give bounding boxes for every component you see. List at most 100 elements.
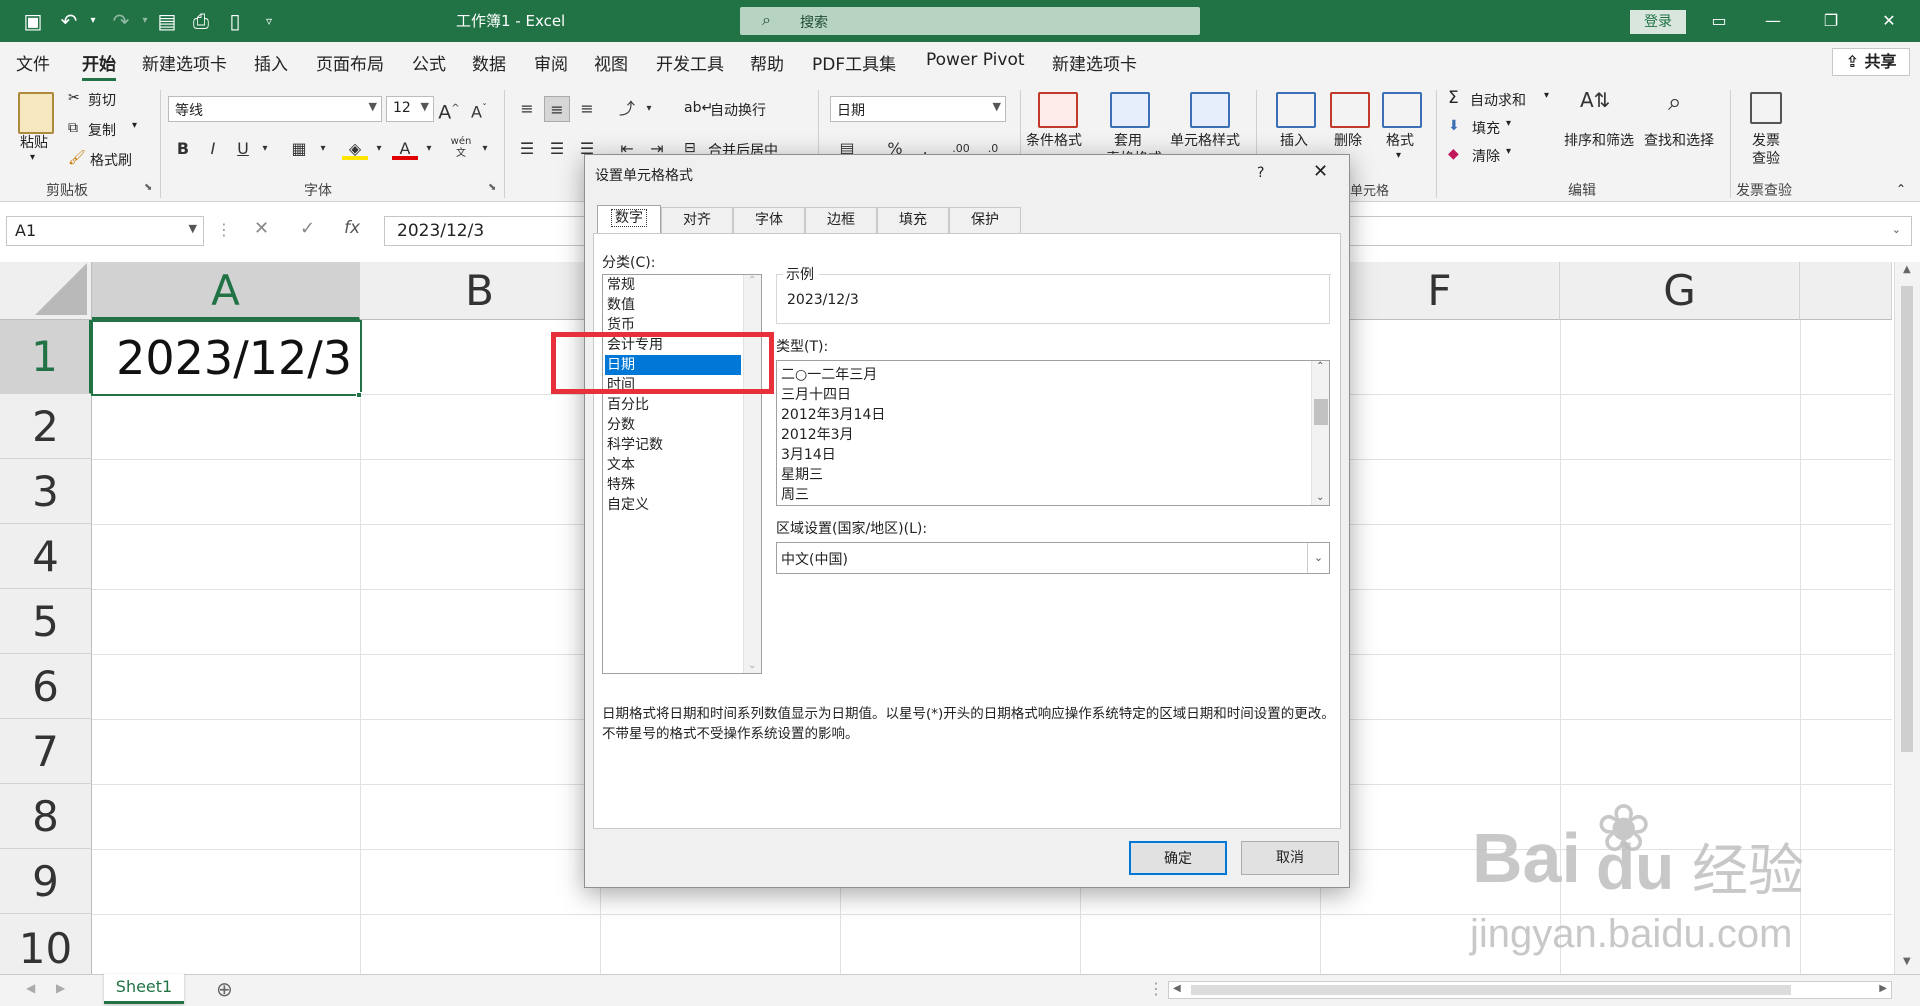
tab-page-layout[interactable]: 页面布局	[316, 50, 384, 75]
tab-file[interactable]: 文件	[16, 50, 50, 75]
scroll-down-icon[interactable]: ⌄	[748, 660, 756, 671]
horizontal-scrollbar[interactable]: ◀ ▶	[1168, 981, 1892, 999]
insert-cells-label[interactable]: 插入	[1280, 130, 1308, 150]
prev-sheet-icon[interactable]: ◀	[26, 981, 35, 995]
delete-cells-label[interactable]: 删除	[1334, 130, 1362, 150]
clear-icon[interactable]: ◆	[1448, 146, 1459, 162]
fill-dropdown-icon[interactable]: ▾	[1506, 118, 1511, 129]
tab-alignment[interactable]: 对齐	[661, 207, 733, 234]
paste-dropdown-icon[interactable]: ▾	[30, 152, 35, 163]
print-preview-icon[interactable]: ⎙	[186, 8, 216, 34]
increase-font-icon[interactable]: A^	[436, 96, 462, 123]
copy-label[interactable]: 复制	[88, 120, 116, 140]
autosum-label[interactable]: 自动求和	[1470, 90, 1526, 110]
fill-label[interactable]: 填充	[1472, 118, 1500, 138]
add-sheet-icon[interactable]: ⊕	[216, 977, 233, 1001]
list-item[interactable]: 分数	[607, 415, 635, 435]
list-item[interactable]: 常规	[607, 275, 635, 295]
share-button[interactable]: ⇪ 共享	[1832, 48, 1910, 76]
row-header-2[interactable]: 2	[0, 394, 92, 459]
locale-select[interactable]: 中文(中国) ⌄	[776, 542, 1330, 574]
type-scrollbar[interactable]: ⌃ ⌄	[1311, 361, 1329, 505]
minimize-icon[interactable]: —	[1750, 8, 1796, 34]
help-button[interactable]: ?	[1257, 165, 1264, 181]
cell-style-label[interactable]: 单元格样式	[1170, 130, 1240, 150]
orientation-dropdown-icon[interactable]: ▾	[636, 96, 662, 122]
invoice-icon[interactable]	[1750, 92, 1782, 124]
tab-help[interactable]: 帮助	[750, 50, 784, 75]
tab-fill[interactable]: 填充	[877, 207, 949, 234]
row-header-1[interactable]: 1	[0, 320, 92, 394]
column-header-g[interactable]: G	[1560, 262, 1800, 320]
align-bottom-icon[interactable]: ≡	[574, 96, 600, 122]
tab-view[interactable]: 视图	[594, 50, 628, 75]
align-left-icon[interactable]: ☰	[514, 136, 540, 162]
tab-data[interactable]: 数据	[472, 50, 506, 75]
scroll-up-icon[interactable]: ▲	[1903, 264, 1911, 275]
function-icon[interactable]: fx	[344, 218, 360, 238]
scroll-up-icon[interactable]: ⌃	[748, 275, 756, 286]
scroll-down-icon[interactable]: ▼	[1903, 956, 1911, 967]
tab-protection[interactable]: 保护	[949, 207, 1021, 234]
cut-icon[interactable]: ✂	[68, 90, 80, 106]
expand-formula-icon[interactable]: ⌄	[1892, 223, 1901, 236]
tab-power-pivot[interactable]: Power Pivot	[926, 50, 1025, 70]
list-item[interactable]: 周三	[781, 485, 809, 505]
border-dropdown-icon[interactable]: ▾	[310, 136, 336, 162]
format-dropdown-icon[interactable]: ▾	[1396, 150, 1401, 161]
next-sheet-icon[interactable]: ▶	[56, 981, 65, 995]
save-icon[interactable]: ▣	[18, 8, 48, 34]
column-header-h[interactable]	[1800, 262, 1892, 320]
autosum-dropdown-icon[interactable]: ▾	[1544, 90, 1549, 101]
login-button[interactable]: 登录	[1630, 10, 1686, 34]
font-launcher-icon[interactable]: ⬊	[488, 182, 496, 193]
clear-dropdown-icon[interactable]: ▾	[1506, 146, 1511, 157]
row-header-8[interactable]: 8	[0, 784, 92, 849]
list-item[interactable]: 二○一二年三月	[781, 365, 877, 385]
tab-new-1[interactable]: 新建选项卡	[142, 50, 227, 75]
insert-cells-icon[interactable]	[1276, 92, 1316, 128]
clear-label[interactable]: 清除	[1472, 146, 1500, 166]
conditional-format-label[interactable]: 条件格式	[1026, 130, 1082, 150]
table-format-icon[interactable]	[1110, 92, 1150, 128]
list-item[interactable]: 科学记数	[607, 435, 663, 455]
row-header-6[interactable]: 6	[0, 654, 92, 719]
font-color-icon[interactable]: A	[392, 136, 418, 160]
fill-color-dropdown-icon[interactable]: ▾	[366, 136, 392, 162]
document-icon[interactable]: ▯	[220, 8, 250, 34]
tab-font[interactable]: 字体	[733, 207, 805, 234]
list-item[interactable]: 文本	[607, 455, 635, 475]
number-format-combo[interactable]: 日期 ▼	[830, 96, 1006, 122]
sort-filter-label[interactable]: 排序和筛选	[1564, 130, 1634, 150]
column-header-f[interactable]: F	[1320, 262, 1560, 320]
list-item[interactable]: 2012年3月14日	[781, 405, 885, 425]
scroll-right-icon[interactable]: ▶	[1879, 983, 1887, 994]
restore-icon[interactable]: ❐	[1808, 8, 1854, 34]
bold-icon[interactable]: B	[170, 136, 196, 162]
font-color-dropdown-icon[interactable]: ▾	[416, 136, 442, 162]
table-format-label[interactable]: 套用	[1114, 130, 1142, 150]
copy-icon[interactable]: ⧉	[68, 120, 78, 136]
row-header-4[interactable]: 4	[0, 524, 92, 589]
invoice-label-2[interactable]: 查验	[1752, 148, 1780, 168]
ribbon-display-icon[interactable]: ▭	[1696, 8, 1742, 34]
sort-filter-icon[interactable]: A⇅	[1580, 88, 1610, 112]
fill-icon[interactable]: ⬇	[1448, 118, 1460, 134]
select-all-corner[interactable]	[0, 262, 92, 320]
list-item[interactable]: 特殊	[607, 475, 635, 495]
font-name-combo[interactable]: 等线 ▼	[168, 96, 382, 122]
scroll-up-icon[interactable]: ⌃	[1316, 361, 1324, 372]
tab-new-2[interactable]: 新建选项卡	[1052, 50, 1137, 75]
row-header-3[interactable]: 3	[0, 459, 92, 524]
tab-number[interactable]: 数字	[597, 205, 661, 235]
format-painter-label[interactable]: 格式刷	[90, 150, 132, 170]
column-header-a[interactable]: A	[92, 262, 360, 320]
search-box[interactable]: ⌕ 搜索	[740, 7, 1200, 35]
delete-cells-icon[interactable]	[1330, 92, 1370, 128]
wrap-text-label[interactable]: 自动换行	[710, 100, 766, 120]
scroll-thumb[interactable]	[1191, 985, 1791, 995]
cut-label[interactable]: 剪切	[88, 90, 116, 110]
align-top-icon[interactable]: ≡	[514, 96, 540, 122]
close-icon[interactable]: ✕	[1866, 8, 1912, 34]
phonetic-dropdown-icon[interactable]: ▾	[472, 136, 498, 162]
